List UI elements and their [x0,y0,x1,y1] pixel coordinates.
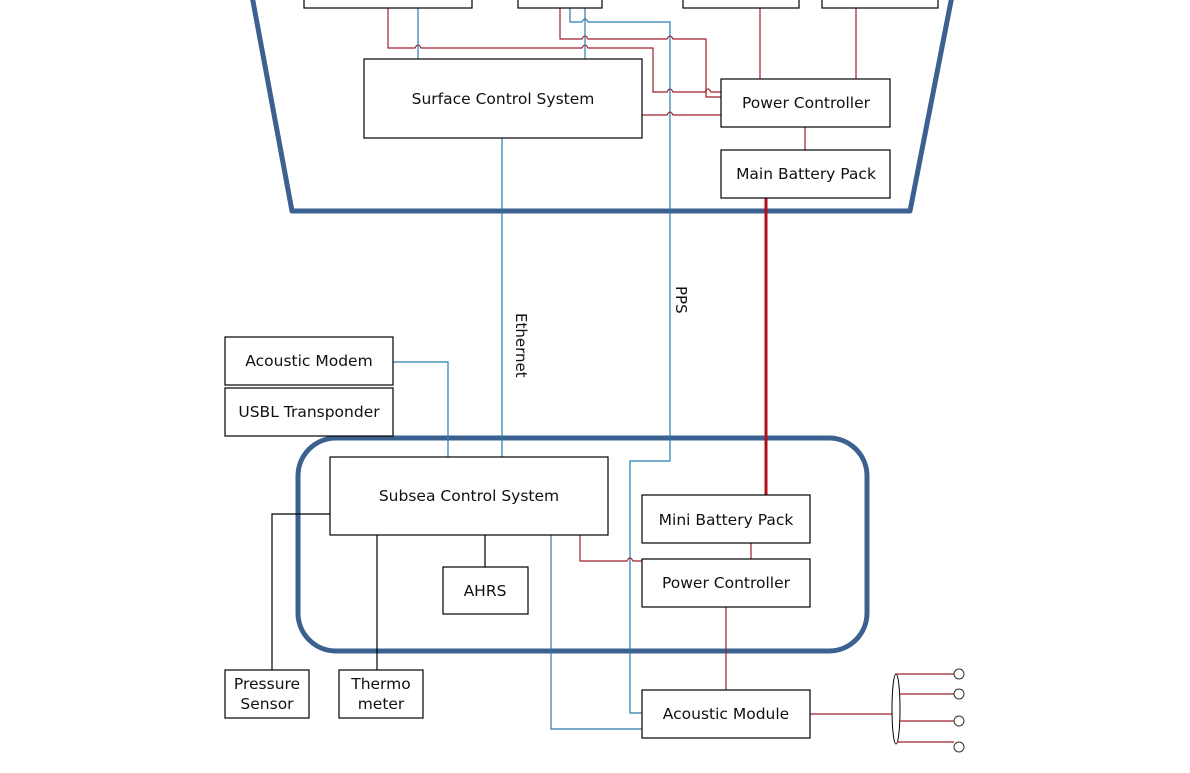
thermometer-label-line2: meter [358,695,405,713]
main-battery-pack-box[interactable]: Main Battery Pack [720,149,891,199]
top-box-3[interactable] [682,0,800,9]
top-box-4[interactable] [821,0,939,9]
subsea-power-controller-box[interactable]: Power Controller [641,558,811,608]
acoustic-module-box[interactable]: Acoustic Module [641,689,811,739]
ahrs-label: AHRS [464,582,507,600]
surface-control-system-box[interactable]: Surface Control System [363,58,643,139]
usbl-transponder-label: USBL Transponder [238,403,380,421]
power-line-scs-pc-subsea [579,535,643,562]
hydrophone-3 [953,715,965,727]
pressure-sensor-label-line2: Sensor [240,695,294,713]
surface-power-controller-label: Power Controller [742,94,871,112]
ethernet-label: Ethernet [512,313,530,378]
signal-line-modem [393,361,449,457]
usbl-transponder-box[interactable]: USBL Transponder [224,387,394,437]
thermometer-box[interactable]: Thermo meter [338,669,424,719]
subsea-control-system-label: Subsea Control System [379,487,559,505]
surface-control-system-label: Surface Control System [412,90,595,108]
system-diagram: Surface Control System Power Controller … [224,0,965,753]
main-battery-pack-label: Main Battery Pack [736,165,876,183]
top-box-1[interactable] [303,0,473,9]
subsea-control-system-box[interactable]: Subsea Control System [329,456,609,536]
subsea-power-controller-label: Power Controller [662,574,791,592]
ahrs-box[interactable]: AHRS [442,566,529,615]
hydrophone-splitter [891,673,901,745]
signal-line-scs-acoustic [550,535,643,730]
pps-label: PPS [672,286,690,314]
acoustic-modem-box[interactable]: Acoustic Modem [224,336,394,386]
hydrophone-2 [953,688,965,700]
pressure-sensor-label-line1: Pressure [234,675,300,693]
hydrophone-4 [953,741,965,753]
mini-battery-pack-box[interactable]: Mini Battery Pack [641,494,811,544]
surface-power-controller-box[interactable]: Power Controller [720,78,891,128]
hydrophone-1 [953,668,965,680]
acoustic-module-label: Acoustic Module [663,705,789,723]
thermometer-label-line1: Thermo [350,675,411,693]
power-line-scs-pc [642,111,721,116]
acoustic-modem-label: Acoustic Modem [245,352,372,370]
mini-battery-pack-label: Mini Battery Pack [659,511,794,529]
pressure-sensor-box[interactable]: Pressure Sensor [224,669,310,719]
top-box-2[interactable] [517,0,603,9]
